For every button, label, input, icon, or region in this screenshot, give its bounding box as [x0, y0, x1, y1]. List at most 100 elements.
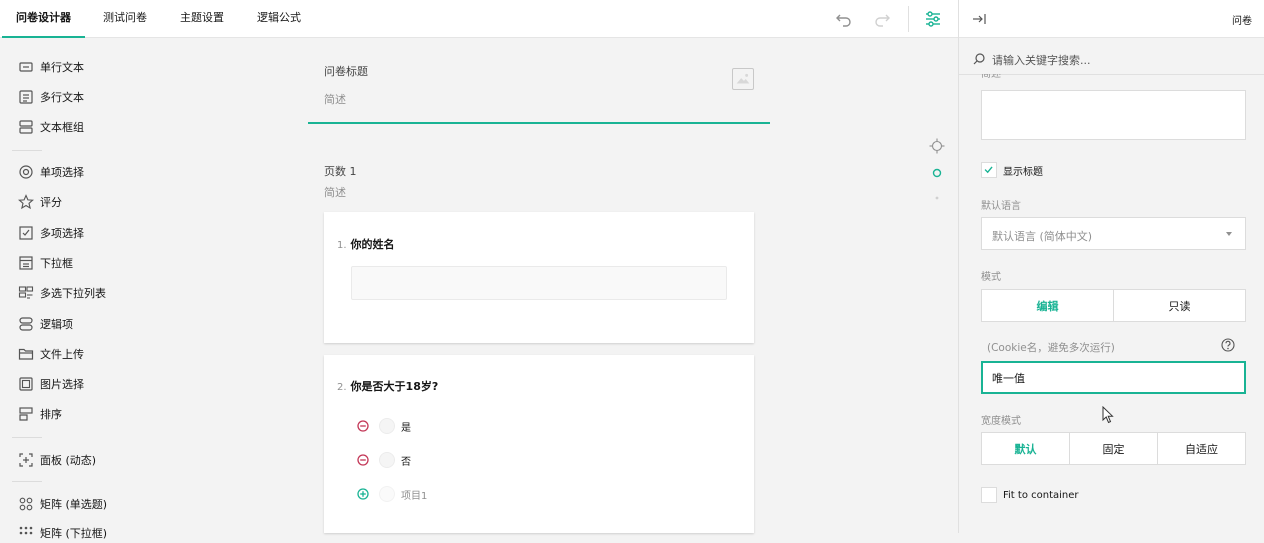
default-language-select[interactable]: 默认语言 (简体中文) — [981, 217, 1246, 250]
new-choice-item[interactable]: 项目1 — [357, 486, 427, 502]
width-mode-button-group: 默认 固定 自适应 — [981, 432, 1246, 465]
radio-button[interactable] — [379, 418, 395, 434]
collapse-panel-icon[interactable] — [971, 11, 987, 27]
fit-to-container-checkbox[interactable]: Fit to container — [981, 487, 1079, 503]
question-number: 1. — [337, 240, 347, 251]
toolbox-item-file[interactable]: 文件上传 — [18, 344, 84, 364]
crosshair-icon[interactable] — [929, 138, 945, 154]
width-mode-fixed-button[interactable]: 固定 — [1070, 433, 1158, 464]
toolbox-item-label: 文件上传 — [40, 348, 84, 361]
toolbox-item-label: 单行文本 — [40, 61, 84, 74]
toolbox-item-label: 多行文本 — [40, 91, 84, 104]
toolbox-item-dropdown[interactable]: 下拉框 — [18, 253, 73, 273]
width-mode-default-button[interactable]: 默认 — [982, 433, 1070, 464]
cookie-name-field[interactable] — [983, 363, 1244, 392]
page-navigator-dot-icon[interactable] — [931, 167, 943, 179]
redo-icon[interactable] — [872, 9, 892, 29]
search-placeholder: 请输入关键字搜索... — [992, 54, 1091, 67]
mode-readonly-button[interactable]: 只读 — [1114, 290, 1245, 321]
toolbox-item-label: 多选下拉列表 — [40, 287, 106, 300]
logo-placeholder-icon[interactable] — [732, 68, 754, 90]
fit-to-container-label: Fit to container — [1003, 489, 1079, 501]
toolbox-item-label: 矩阵 (下拉框) — [40, 527, 108, 540]
toolbox: 单行文本 多行文本 文本框组 单项选择 评分 多项选择 下拉框 多选下拉列表 逻… — [0, 39, 300, 540]
property-grid: 问卷 请输入关键字搜索... 简述 显示标题 默认语言 默认语言 (简体中文) … — [958, 0, 1264, 533]
search-icon — [973, 53, 985, 65]
property-grid-header: 问卷 — [959, 0, 1264, 38]
page-title[interactable]: 页数 1 — [324, 163, 357, 179]
top-toolbar: 问卷设计器 测试问卷 主题设置 逻辑公式 — [0, 0, 958, 38]
mouse-cursor-icon — [1102, 406, 1114, 424]
mode-button-group: 编辑 只读 — [981, 289, 1246, 322]
toolbox-item-ranking[interactable]: 排序 — [18, 404, 62, 424]
remove-choice-icon[interactable] — [357, 454, 369, 466]
remove-choice-icon[interactable] — [357, 420, 369, 432]
page-navigator-dot-icon[interactable] — [934, 195, 940, 201]
property-grid-title: 问卷 — [1232, 16, 1252, 27]
toolbox-item-rating[interactable]: 评分 — [18, 192, 62, 212]
choice-label[interactable]: 项目1 — [401, 487, 427, 502]
choice-label[interactable]: 是 — [401, 419, 411, 434]
choice-item[interactable]: 是 — [357, 418, 411, 434]
choice-item[interactable]: 否 — [357, 452, 411, 468]
toolbox-item-tagbox[interactable]: 多选下拉列表 — [18, 283, 106, 303]
cookie-name-input[interactable] — [981, 361, 1246, 394]
toolbox-item-paneldynamic[interactable]: 面板 (动态) — [18, 450, 96, 470]
dropdown-icon — [19, 256, 33, 270]
text-answer-input[interactable] — [351, 266, 727, 300]
boolean-icon — [19, 317, 33, 331]
toolbox-item-label: 单项选择 — [40, 166, 84, 179]
toolbox-item-checkbox[interactable]: 多项选择 — [18, 223, 84, 243]
choice-label[interactable]: 否 — [401, 453, 411, 468]
toolbox-item-radiogroup[interactable]: 单项选择 — [18, 162, 84, 182]
toolbox-item-multipletext[interactable]: 文本框组 — [18, 117, 84, 137]
toolbox-item-label: 排序 — [40, 408, 62, 421]
tab-logic[interactable]: 逻辑公式 — [257, 0, 301, 38]
toolbox-item-matrix[interactable]: 矩阵 (单选题) — [18, 494, 107, 514]
image-picker-icon — [19, 377, 33, 391]
question-title[interactable]: 1. 你的姓名 — [337, 236, 395, 252]
toolbox-separator — [12, 481, 42, 482]
toolbox-item-label: 评分 — [40, 196, 62, 209]
toolbox-item-comment[interactable]: 多行文本 — [18, 87, 84, 107]
mode-edit-button[interactable]: 编辑 — [982, 290, 1114, 321]
question-card[interactable]: 1. 你的姓名 — [324, 212, 754, 343]
survey-description[interactable]: 简述 — [324, 91, 346, 107]
survey-title[interactable]: 问卷标题 — [324, 63, 368, 79]
toolbox-item-label: 图片选择 — [40, 378, 84, 391]
checkbox-icon — [19, 226, 33, 240]
checkbox[interactable] — [981, 162, 997, 178]
toolbox-item-imagepicker[interactable]: 图片选择 — [18, 374, 84, 394]
radio-button[interactable] — [379, 452, 395, 468]
question-title[interactable]: 2. 你是否大于18岁? — [337, 378, 438, 394]
description-label: 简述 — [981, 74, 1001, 80]
single-line-text-icon — [19, 62, 33, 72]
question-card[interactable]: 2. 你是否大于18岁? 是 否 项目1 — [324, 355, 754, 533]
check-icon — [984, 166, 993, 174]
show-title-checkbox[interactable]: 显示标题 — [981, 162, 1043, 178]
default-language-label: 默认语言 — [981, 201, 1021, 212]
add-choice-icon[interactable] — [357, 488, 369, 500]
survey-header: 问卷标题 简述 — [308, 50, 770, 124]
checkbox[interactable] — [981, 487, 997, 503]
radio-button — [379, 486, 395, 502]
dynamic-panel-icon — [19, 453, 33, 467]
toolbox-separator — [12, 150, 42, 151]
description-textarea[interactable] — [981, 90, 1246, 140]
property-search[interactable]: 请输入关键字搜索... — [959, 39, 1264, 75]
tab-theme[interactable]: 主题设置 — [180, 0, 224, 38]
question-number: 2. — [337, 382, 347, 393]
tab-designer[interactable]: 问卷设计器 — [2, 0, 85, 38]
toolbox-item-boolean[interactable]: 逻辑项 — [18, 314, 73, 334]
toolbar-separator — [908, 6, 909, 32]
toolbox-item-matrixdropdown[interactable]: 矩阵 (下拉框) — [18, 523, 107, 543]
toolbox-item-text[interactable]: 单行文本 — [18, 57, 84, 77]
undo-icon[interactable] — [834, 9, 854, 29]
tab-preview[interactable]: 测试问卷 — [103, 0, 147, 38]
page-description[interactable]: 简述 — [324, 184, 346, 200]
folder-icon — [18, 348, 34, 360]
width-mode-responsive-button[interactable]: 自适应 — [1158, 433, 1245, 464]
help-icon[interactable] — [1221, 338, 1235, 352]
star-icon — [18, 194, 34, 210]
settings-sliders-icon[interactable] — [923, 9, 943, 29]
